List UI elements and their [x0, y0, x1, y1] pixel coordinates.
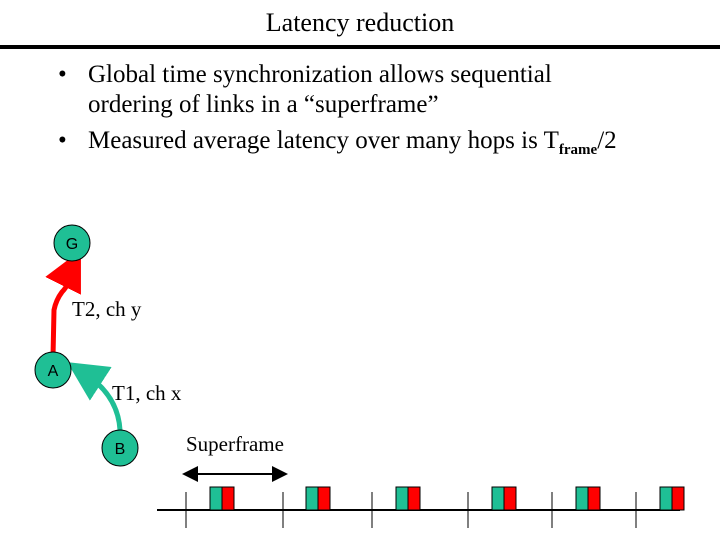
slot-t1-block	[305, 486, 319, 511]
slot-t1-block	[209, 486, 223, 511]
timeline	[185, 486, 685, 528]
node-g-label: G	[66, 236, 78, 253]
slot-t2-block	[587, 486, 601, 511]
edge-label-t2: T2, ch y	[72, 297, 142, 321]
node-b-label: B	[115, 441, 126, 458]
edge-a-to-g	[45, 250, 81, 358]
node-g: G	[53, 224, 91, 262]
slot-t1-block	[659, 486, 673, 511]
node-b: B	[101, 429, 139, 467]
node-a: A	[34, 351, 72, 389]
slot-t1-block	[395, 486, 409, 511]
slot-t1-block	[575, 486, 589, 511]
superframe-label: Superframe	[186, 432, 284, 456]
network-diagram: G A B T2, ch y T1, ch x Superframe	[34, 224, 685, 528]
slot-t1-block	[491, 486, 505, 511]
slot-t2-block	[671, 486, 685, 511]
edge-label-t1: T1, ch x	[112, 381, 182, 405]
slot-t2-block	[317, 486, 331, 511]
slot-t2-block	[407, 486, 421, 511]
slot-t2-block	[503, 486, 517, 511]
slot-t2-block	[221, 486, 235, 511]
node-a-label: A	[48, 363, 59, 380]
